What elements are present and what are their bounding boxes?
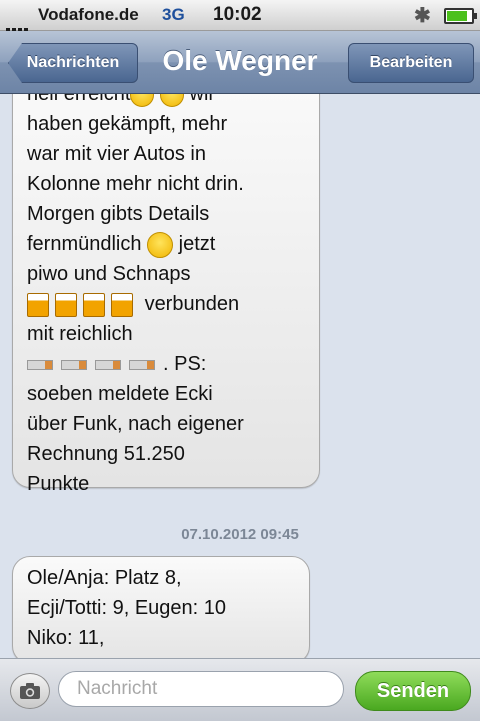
back-button[interactable]: Nachrichten <box>8 43 138 83</box>
beer-emoji-icon <box>27 292 49 317</box>
message-line: mit reichlich <box>27 323 133 345</box>
status-bar: Vodafone.de 3G 10:02 ✱ <box>0 0 480 31</box>
message-line: . PS: <box>27 349 305 379</box>
bluetooth-icon: ✱ <box>414 5 431 27</box>
cigarette-emoji-icon <box>61 360 87 370</box>
message-line: soeben meldete Ecki <box>27 383 213 405</box>
cigarette-emoji-icon <box>95 360 121 370</box>
signal-strength-icon <box>6 11 30 31</box>
message-thread[interactable]: heil erreicht wir haben gekämpft, mehr w… <box>0 94 480 658</box>
message-input[interactable] <box>58 671 344 707</box>
beer-emoji-icon <box>55 292 77 317</box>
winking-tongue-emoji-icon <box>147 231 174 258</box>
compose-bar: Senden <box>0 658 480 721</box>
message-line: Ole/Anja: Platz 8, <box>27 567 182 589</box>
network-type: 3G <box>162 5 185 24</box>
message-line: war mit vier Autos in <box>27 143 206 165</box>
conversation-title: Ole Wegner <box>162 45 318 76</box>
carrier-name: Vodafone.de <box>38 5 139 24</box>
message-line: Kolonne mehr nicht drin. <box>27 173 244 195</box>
camera-icon <box>20 683 40 699</box>
message-timestamp: 07.10.2012 09:45 <box>181 526 299 543</box>
smiley-emoji-icon <box>159 94 184 107</box>
smiley-emoji-icon <box>130 94 155 107</box>
message-bubble[interactable]: Ole/Anja: Platz 8, Ecji/Totti: 9, Eugen:… <box>12 556 310 658</box>
camera-button[interactable] <box>10 673 50 709</box>
message-bubble[interactable]: heil erreicht wir haben gekämpft, mehr w… <box>12 94 320 495</box>
message-line: piwo und Schnaps <box>27 263 191 285</box>
send-button[interactable]: Senden <box>355 671 471 711</box>
message-line: haben gekämpft, mehr <box>27 113 228 135</box>
beer-emoji-icon <box>83 292 105 317</box>
clock: 10:02 <box>213 4 262 25</box>
battery-icon <box>444 8 477 24</box>
battery-fill <box>447 11 467 21</box>
message-line: Rechnung 51.250 <box>27 443 185 465</box>
message-line: verbunden <box>27 289 305 319</box>
message-line: über Funk, nach eigener <box>27 413 244 435</box>
message-line: heil erreicht wir <box>27 94 305 109</box>
navigation-bar: Nachrichten Ole Wegner Bearbeiten <box>0 31 480 94</box>
message-line: Morgen gibts Details <box>27 203 210 225</box>
message-line: Ecji/Totti: 9, Eugen: 10 <box>27 597 227 619</box>
cigarette-emoji-icon <box>129 360 155 370</box>
cigarette-emoji-icon <box>27 360 53 370</box>
message-line: Niko: 11, <box>27 627 105 649</box>
edit-button[interactable]: Bearbeiten <box>348 43 474 83</box>
message-line: fernmündlich jetzt <box>27 229 305 259</box>
beer-emoji-icon <box>111 292 133 317</box>
message-line: Punkte <box>27 473 90 495</box>
